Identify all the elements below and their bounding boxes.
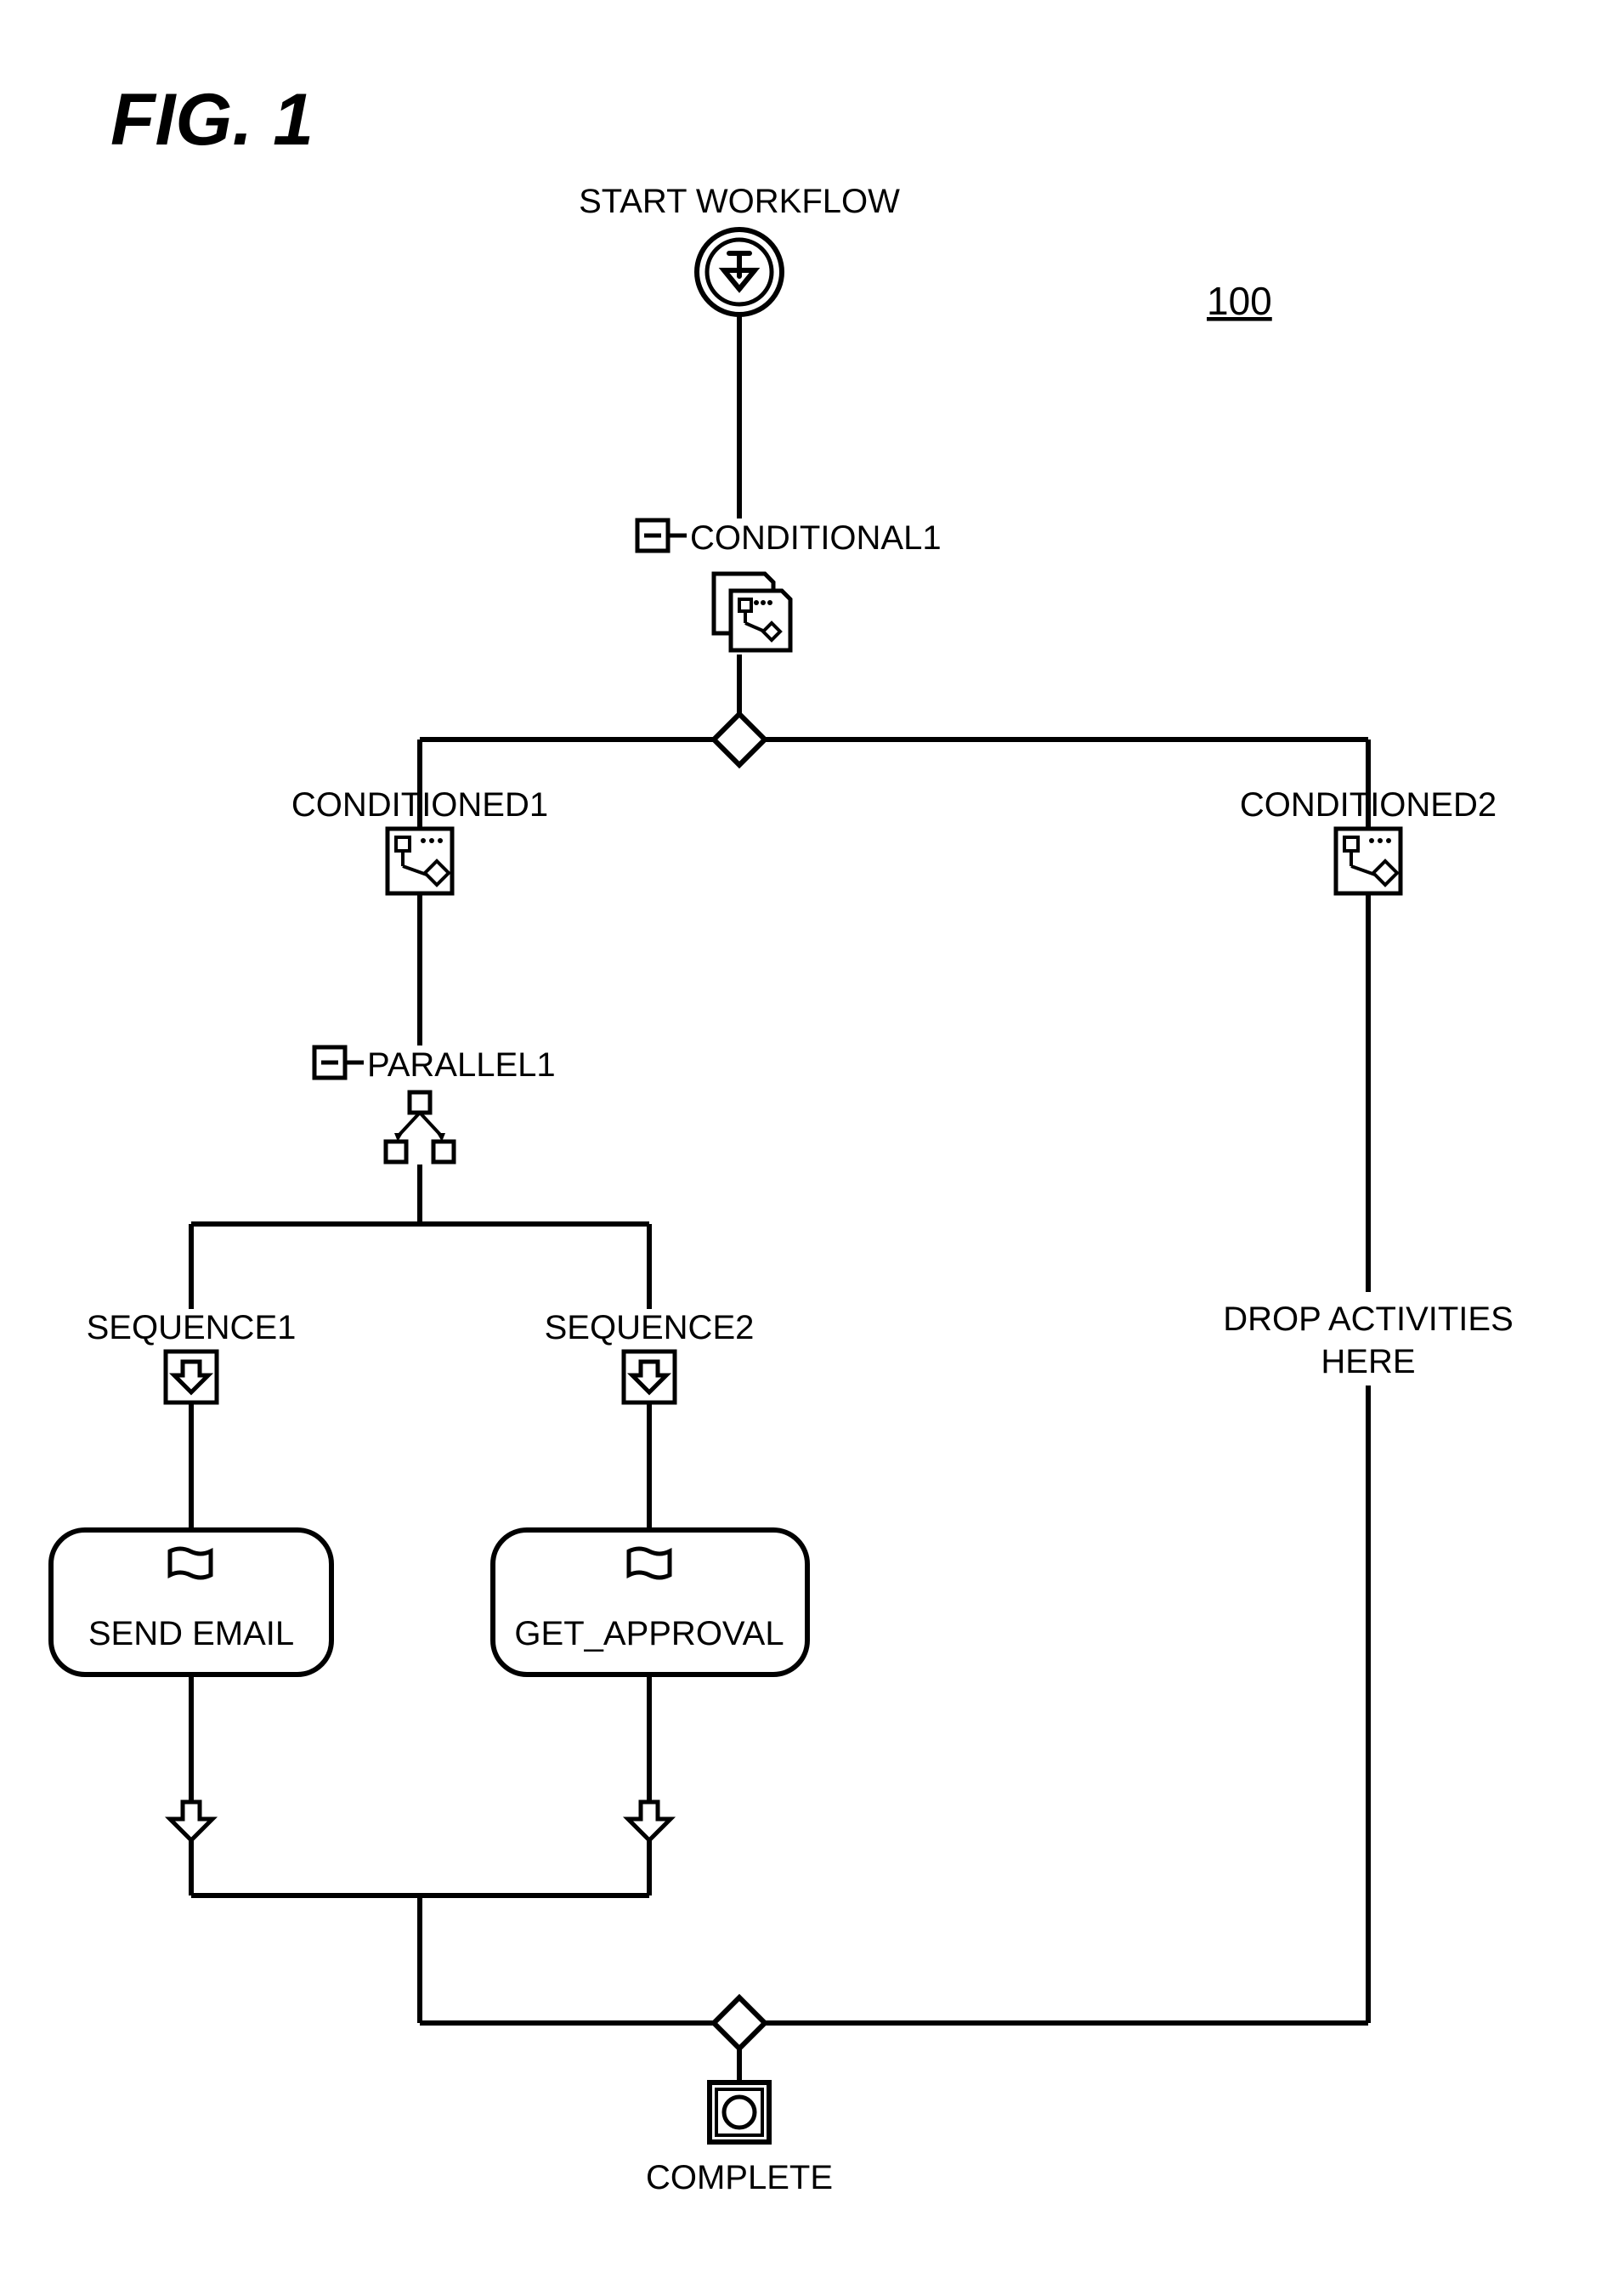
sequence1-icon[interactable] (166, 1352, 217, 1402)
conditioned2-icon[interactable] (1336, 829, 1400, 893)
decision-diamond-1 (714, 714, 765, 765)
conditioned1-label: CONDITIONED1 (291, 786, 548, 824)
get-approval-label: GET_APPROVAL (514, 1615, 784, 1652)
get-approval-activity[interactable]: GET_APPROVAL (493, 1530, 807, 1674)
send-email-label: SEND EMAIL (88, 1615, 294, 1652)
drop-activities-label-line1b: DROP ACTIVITIES (1223, 1300, 1514, 1338)
start-label: START WORKFLOW (579, 183, 900, 220)
complete-icon (710, 2082, 769, 2142)
parallel1-label: PARALLEL1 (367, 1046, 556, 1084)
drop-arrow-icon (170, 1802, 212, 1840)
drop-activities-label-line2b: HERE (1321, 1343, 1415, 1380)
figure-label: FIG. 1 (110, 79, 314, 161)
parallel1-icon (386, 1092, 454, 1162)
send-email-activity[interactable]: SEND EMAIL (51, 1530, 331, 1674)
merge-diamond (714, 1998, 765, 2048)
drop-arrow-icon (628, 1802, 671, 1840)
conditional1-label: CONDITIONAL1 (690, 519, 942, 557)
conditioned1-icon[interactable] (388, 829, 452, 893)
conditional1-icon (714, 574, 790, 650)
workflow-diagram: FIG. 1 100 START WORKFLOW CONDITIONAL1 (0, 0, 1624, 2295)
sequence1-label: SEQUENCE1 (87, 1309, 297, 1346)
sequence2-icon[interactable] (624, 1352, 675, 1402)
start-icon (697, 230, 782, 314)
conditional1-node[interactable]: CONDITIONAL1 (637, 519, 942, 557)
sequence2-label: SEQUENCE2 (545, 1309, 755, 1346)
complete-label: COMPLETE (646, 2159, 833, 2196)
conditioned2-label: CONDITIONED2 (1240, 786, 1497, 824)
parallel1-node[interactable]: PARALLEL1 (314, 1046, 556, 1084)
reference-number: 100 (1207, 279, 1272, 323)
